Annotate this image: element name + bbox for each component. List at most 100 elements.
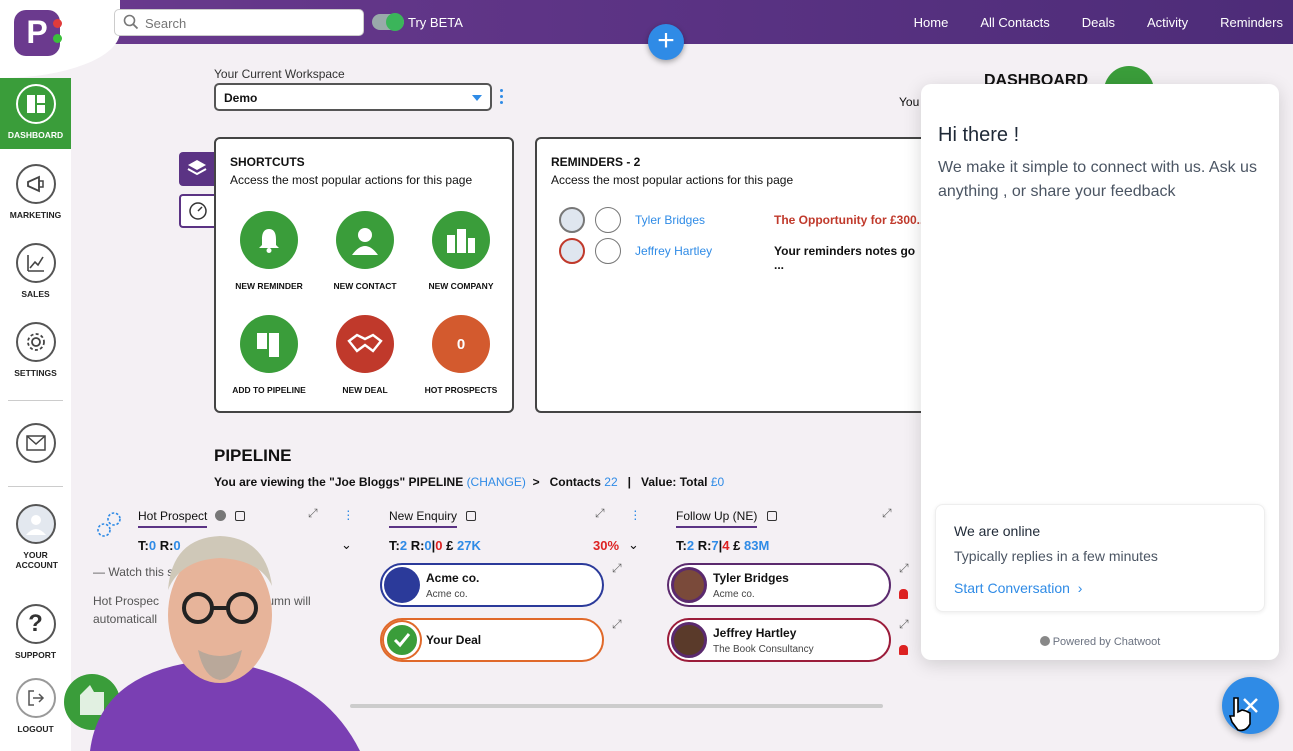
new-deal-button[interactable]: NEW DEAL bbox=[320, 315, 410, 395]
nav-all-contacts[interactable]: All Contacts bbox=[980, 15, 1049, 30]
shortcut-label: NEW CONTACT bbox=[333, 281, 397, 291]
new-contact-button[interactable]: NEW CONTACT bbox=[320, 211, 410, 291]
column-name: New Enquiry bbox=[389, 509, 458, 528]
pipeline-scrollbar[interactable] bbox=[350, 704, 883, 708]
sidebar-item-mail[interactable] bbox=[0, 423, 71, 469]
sidebar-item-sales[interactable]: SALES bbox=[0, 243, 71, 299]
column-menu-icon[interactable]: · · · bbox=[346, 503, 351, 525]
bell-icon[interactable] bbox=[899, 589, 908, 599]
shortcut-label: ADD TO PIPELINE bbox=[232, 385, 306, 395]
nav-deals[interactable]: Deals bbox=[1082, 15, 1115, 30]
reminder-row[interactable]: Tyler Bridges The Opportunity for £300..… bbox=[557, 205, 927, 235]
expand-icon[interactable]: ⤢ bbox=[899, 561, 911, 575]
chat-status-card: We are online Typically replies in a few… bbox=[935, 504, 1265, 612]
logout-icon bbox=[15, 678, 56, 718]
sidebar-label: YOUR ACCOUNT bbox=[15, 550, 59, 570]
chat-description: We make it simple to connect with us. As… bbox=[938, 159, 1257, 200]
sidebar-label: MARKETING bbox=[9, 210, 62, 220]
note-icon[interactable] bbox=[595, 238, 621, 264]
new-reminder-button[interactable]: NEW REMINDER bbox=[224, 211, 314, 291]
workspace-select[interactable]: Demo bbox=[214, 83, 492, 111]
beta-toggle[interactable] bbox=[372, 13, 404, 31]
search-box[interactable] bbox=[114, 9, 364, 36]
pipeline-title: PIPELINE bbox=[214, 446, 292, 465]
column-stats: T:2 R:7|4 £ 83M bbox=[676, 538, 770, 553]
shortcut-label: NEW DEAL bbox=[342, 385, 388, 395]
presenter-video bbox=[64, 536, 360, 751]
sidebar-item-marketing[interactable]: MARKETING bbox=[0, 164, 71, 220]
gear-icon bbox=[15, 322, 56, 362]
deal-title: Acme co. bbox=[426, 571, 480, 585]
avatar bbox=[559, 238, 585, 264]
sidebar-divider bbox=[8, 486, 63, 487]
expand-icon[interactable]: ⤢ bbox=[595, 506, 607, 520]
app-logo[interactable]: P bbox=[14, 10, 62, 56]
hot-prospects-count: 0 bbox=[432, 315, 490, 373]
deal-card[interactable]: Acme co. Acme co. bbox=[380, 563, 604, 607]
pipeline-summary: You are viewing the "Joe Bloggs" PIPELIN… bbox=[214, 475, 725, 489]
deal-title: Jeffrey Hartley bbox=[713, 626, 797, 640]
add-to-pipeline-button[interactable]: ADD TO PIPELINE bbox=[224, 315, 314, 395]
search-input[interactable] bbox=[145, 13, 355, 33]
shortcuts-subtitle: Access the most popular actions for this… bbox=[230, 173, 473, 187]
nav-reminders[interactable]: Reminders bbox=[1220, 15, 1283, 30]
sidebar-item-settings[interactable]: SETTINGS bbox=[0, 322, 71, 378]
search-icon bbox=[123, 14, 139, 30]
column-menu-icon[interactable]: · · · bbox=[633, 503, 638, 525]
chat-reply-time: Typically replies in a few minutes bbox=[954, 548, 1158, 564]
lock-icon[interactable] bbox=[766, 511, 777, 521]
layers-tab[interactable] bbox=[179, 152, 215, 186]
gauge-tab[interactable] bbox=[179, 194, 215, 228]
pipeline-viewing-text: You are viewing the "Joe Bloggs" PIPELIN… bbox=[214, 475, 464, 489]
nav-activity[interactable]: Activity bbox=[1147, 15, 1188, 30]
reminder-contact[interactable]: Tyler Bridges bbox=[635, 213, 705, 227]
workspace-menu-icon[interactable] bbox=[500, 89, 506, 107]
column-name: Follow Up (NE) bbox=[676, 509, 758, 528]
expand-icon[interactable]: ⤢ bbox=[612, 617, 624, 631]
value-total: £0 bbox=[710, 475, 725, 489]
reminder-contact[interactable]: Jeffrey Hartley bbox=[635, 244, 712, 258]
deal-title: Your Deal bbox=[426, 633, 482, 647]
column-header-new-enquiry[interactable]: New Enquiry bbox=[389, 509, 477, 528]
expand-icon[interactable]: ⤢ bbox=[899, 617, 911, 631]
check-icon bbox=[384, 622, 420, 658]
bell-icon[interactable] bbox=[899, 645, 908, 655]
chevron-down-icon[interactable]: ⌄ bbox=[628, 537, 639, 553]
expand-icon[interactable]: ⤢ bbox=[612, 561, 624, 575]
column-header-follow-up[interactable]: Follow Up (NE) bbox=[676, 509, 777, 528]
hot-prospects-button[interactable]: 0 HOT PROSPECTS bbox=[416, 315, 506, 395]
handshake-icon bbox=[336, 315, 394, 373]
sidebar-label: LOGOUT bbox=[17, 724, 54, 734]
start-conversation-link[interactable]: Start Conversation › bbox=[954, 580, 1082, 596]
value-label: Value: Total bbox=[641, 475, 708, 489]
deal-subtitle: Acme co. bbox=[426, 589, 468, 600]
workspace-value: Demo bbox=[224, 91, 258, 105]
deal-card[interactable]: Jeffrey Hartley The Book Consultancy bbox=[667, 618, 891, 662]
deal-card[interactable]: Tyler Bridges Acme co. bbox=[667, 563, 891, 607]
sidebar-item-dashboard[interactable]: DASHBOARD bbox=[0, 78, 71, 149]
chat-widget: Hi there ! We make it simple to connect … bbox=[921, 84, 1279, 660]
reminder-row[interactable]: Jeffrey Hartley Your reminders notes go … bbox=[557, 236, 927, 272]
note-icon[interactable] bbox=[595, 207, 621, 233]
new-company-button[interactable]: NEW COMPANY bbox=[416, 211, 506, 291]
deal-card[interactable]: Your Deal bbox=[380, 618, 604, 662]
reminders-title: REMINDERS - 2 bbox=[551, 155, 641, 169]
change-pipeline-link[interactable]: (CHANGE) bbox=[467, 475, 526, 489]
chevron-down-icon bbox=[472, 95, 482, 101]
chat-powered-by[interactable]: Powered by Chatwoot bbox=[921, 636, 1279, 648]
quick-add-button[interactable]: + bbox=[648, 24, 684, 60]
shortcuts-title: SHORTCUTS bbox=[230, 155, 305, 169]
sidebar-label: SALES bbox=[21, 289, 50, 299]
reminder-message: Your reminders notes go ... bbox=[774, 244, 916, 272]
deal-title: Tyler Bridges bbox=[713, 571, 789, 585]
workspace-label: Your Current Workspace bbox=[214, 67, 345, 81]
chatwoot-logo-icon bbox=[1039, 636, 1050, 646]
bell-icon bbox=[240, 211, 298, 269]
nav-home[interactable]: Home bbox=[914, 15, 949, 30]
shortcut-label: NEW COMPANY bbox=[428, 281, 494, 291]
expand-icon[interactable]: ⤢ bbox=[308, 506, 320, 520]
hand-cursor-icon bbox=[1228, 697, 1251, 732]
sidebar-label: DASHBOARD bbox=[7, 130, 64, 140]
expand-icon[interactable]: ⤢ bbox=[882, 506, 894, 520]
lock-icon[interactable] bbox=[466, 511, 477, 521]
